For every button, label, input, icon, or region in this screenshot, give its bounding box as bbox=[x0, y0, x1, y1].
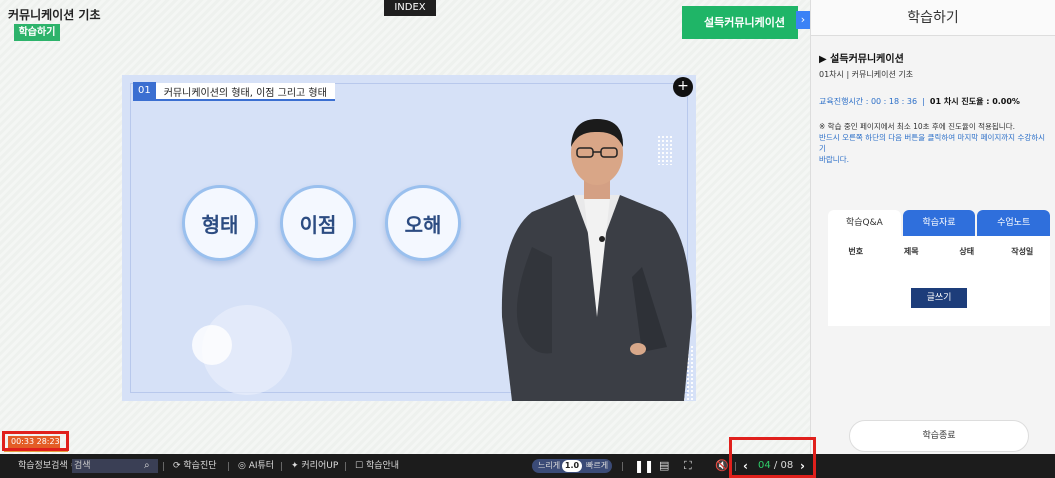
chevron-right-icon[interactable]: › bbox=[796, 11, 810, 29]
course-banner[interactable]: 설득커뮤니케이션 bbox=[682, 6, 798, 39]
course-title: 커뮤니케이션 기초 bbox=[8, 8, 101, 22]
session-info: 01차시 | 커뮤니케이션 기초 bbox=[819, 70, 914, 79]
player-toolbar: 학습정보검색 ⚙ 검색 ⌕ ⟳ 학습진단 ◎ AI튜터 ✦ 커리어UP ☐ 학습… bbox=[0, 454, 1055, 478]
search-label-text: 학습정보검색 bbox=[18, 461, 68, 471]
pause-icon[interactable]: ❚❚ bbox=[634, 454, 654, 478]
col-title: 제목 bbox=[903, 246, 919, 256]
tab-qna[interactable]: 학습Q&A bbox=[828, 210, 901, 236]
qna-table-header: 번호 제목 상태 작성일 bbox=[828, 236, 1050, 266]
highlight-box bbox=[2, 431, 69, 451]
sidebar-title: 학습하기 bbox=[811, 0, 1055, 36]
write-button[interactable]: 글쓰기 bbox=[911, 288, 967, 308]
course-info: ▶ 설득커뮤니케이션 01차시 | 커뮤니케이션 기초 교육진행시간 : 00 … bbox=[819, 50, 1051, 165]
speed-fast[interactable]: 빠르게 bbox=[586, 459, 608, 473]
learning-sidebar: 학습하기 ▶ 설득커뮤니케이션 01차시 | 커뮤니케이션 기초 교육진행시간 … bbox=[810, 0, 1055, 454]
keyword-bubble: 오해 bbox=[385, 185, 461, 261]
career-up-button[interactable]: ✦ 커리어UP bbox=[291, 454, 338, 478]
tab-materials[interactable]: 학습자료 bbox=[902, 210, 976, 236]
index-button[interactable]: INDEX bbox=[384, 0, 436, 16]
ai-tutor-button[interactable]: ◎ AI튜터 bbox=[238, 454, 274, 478]
guide-label: 학습안내 bbox=[365, 461, 400, 471]
highlight-box bbox=[729, 437, 816, 478]
speed-control[interactable]: 느리게 1.0 빠르게 bbox=[532, 459, 612, 473]
ai-tutor-label: AI튜터 bbox=[248, 461, 275, 471]
study-time: 교육진행시간 : 00 : 18 : 36 | 01 차시 진도율 : 0.00… bbox=[819, 97, 1020, 106]
caption-icon[interactable]: ▤ bbox=[659, 454, 669, 478]
col-date: 작성일 bbox=[1011, 246, 1034, 256]
note-line: 반드시 오른쪽 하단의 다음 버튼을 클릭하여 마지막 페이지까지 수강하시기 bbox=[819, 133, 1046, 153]
fullscreen-icon[interactable]: ⛶ bbox=[684, 454, 692, 478]
sidebar-tabs: 학습Q&A 학습자료 수업노트 bbox=[828, 210, 1051, 236]
video-stage: 커뮤니케이션 기초 학습하기 INDEX 설득커뮤니케이션 › 01 커뮤니케이… bbox=[0, 0, 810, 454]
tab-notes[interactable]: 수업노트 bbox=[977, 210, 1051, 236]
note-line: ※ 학습 중인 페이지에서 최소 10초 후에 진도율이 적용됩니다. bbox=[819, 122, 1015, 131]
course-name: ▶ 설득커뮤니케이션 bbox=[819, 54, 904, 65]
end-learning-button[interactable]: 학습종료 bbox=[849, 420, 1029, 452]
plus-icon[interactable]: + bbox=[673, 77, 693, 97]
search-icon[interactable]: ⌕ bbox=[144, 454, 150, 478]
lms-player: 커뮤니케이션 기초 학습하기 INDEX 설득커뮤니케이션 › 01 커뮤니케이… bbox=[0, 0, 1055, 478]
course-name-text: 설득커뮤니케이션 bbox=[830, 54, 904, 65]
speed-value: 1.0 bbox=[562, 460, 582, 472]
diagnose-button[interactable]: ⟳ 학습진단 bbox=[173, 454, 217, 478]
learn-badge: 학습하기 bbox=[14, 24, 60, 41]
guide-button[interactable]: ☐ 학습안내 bbox=[355, 454, 399, 478]
progress-note: ※ 학습 중인 페이지에서 최소 10초 후에 진도율이 적용됩니다. 반드시 … bbox=[819, 121, 1051, 165]
col-status: 상태 bbox=[959, 246, 975, 256]
slide-number: 01 bbox=[133, 82, 156, 100]
slide-title: 커뮤니케이션의 형태, 이점 그리고 형태 bbox=[163, 87, 327, 99]
keyword-bubble: 형태 bbox=[182, 185, 258, 261]
mute-icon[interactable]: 🔇 bbox=[715, 454, 729, 478]
divider bbox=[622, 462, 623, 471]
slide-header: 01 커뮤니케이션의 형태, 이점 그리고 형태 bbox=[133, 82, 335, 101]
diagnose-label: 학습진단 bbox=[183, 461, 217, 471]
divider bbox=[281, 462, 282, 471]
divider bbox=[163, 462, 164, 471]
note-line: 바랍니다. bbox=[819, 155, 849, 164]
speed-slow[interactable]: 느리게 bbox=[538, 459, 560, 473]
divider bbox=[228, 462, 229, 471]
career-up-label: 커리어UP bbox=[301, 461, 339, 471]
time-label: 교육진행시간 : 00 : 18 : 36 bbox=[819, 97, 918, 106]
presenter-video bbox=[501, 119, 692, 401]
deco-circle bbox=[192, 325, 232, 365]
progress-label: 01 차시 진도율 : 0.00% bbox=[929, 97, 1020, 106]
col-number: 번호 bbox=[848, 246, 864, 256]
divider bbox=[345, 462, 346, 471]
search-label: 학습정보검색 ⚙ bbox=[18, 454, 79, 478]
qna-panel: 번호 제목 상태 작성일 글쓰기 bbox=[828, 236, 1050, 326]
keyword-bubble: 이점 bbox=[280, 185, 356, 261]
